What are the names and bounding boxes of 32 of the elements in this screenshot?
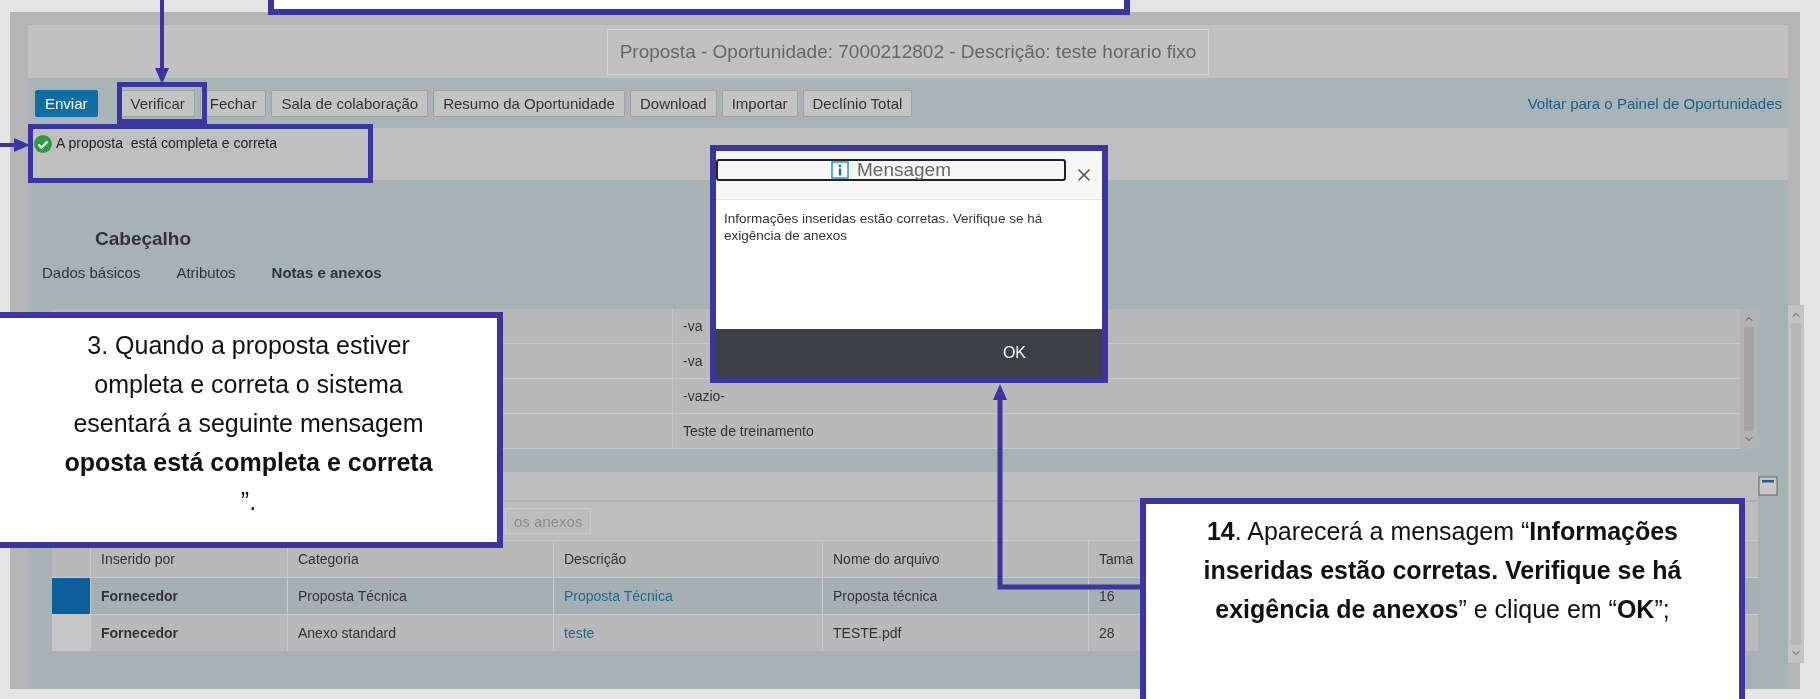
toolbar-button[interactable]: Importar bbox=[721, 89, 798, 117]
callout-text-line: esentará a seguinte mensagem bbox=[73, 408, 424, 439]
callout-text-line: 3. Quando a proposta estiver bbox=[87, 330, 410, 361]
table-cell: Anexo standard bbox=[287, 615, 553, 651]
toolbar-button[interactable]: Download bbox=[629, 89, 717, 117]
status-message: A proposta está completa e correta bbox=[56, 135, 277, 151]
page-title: Proposta - Oportunidade: 7000212802 - Descrição: teste horario fixo bbox=[606, 28, 1210, 75]
toolbar-button[interactable]: Resumo da Oportunidade bbox=[433, 89, 625, 117]
row-selector[interactable] bbox=[52, 615, 90, 651]
info-icon bbox=[831, 161, 849, 179]
section-title: Cabeçalho bbox=[95, 228, 192, 250]
toolbar-button[interactable]: Fechar bbox=[199, 89, 267, 117]
dialog-title: Mensagem bbox=[857, 159, 951, 181]
tab[interactable]: Dados básicos bbox=[42, 264, 141, 281]
arrow bbox=[0, 138, 30, 152]
page-scrollbar[interactable] bbox=[1788, 305, 1804, 663]
callout-text-line: ”. bbox=[240, 486, 257, 517]
toolbar-button[interactable]: Enviar bbox=[35, 89, 98, 117]
table-cell: Fornecedor bbox=[90, 615, 287, 651]
row-selector[interactable] bbox=[52, 578, 90, 614]
tab[interactable]: Notas e anexos bbox=[271, 264, 382, 281]
scrollbar[interactable] bbox=[1740, 309, 1758, 449]
callout-text-line: ompleta e correta o sistema bbox=[94, 369, 403, 400]
dialog-message: Informações inseridas estão corretas. Verifique se há exigência de anexos bbox=[723, 210, 1044, 245]
toolbar-button[interactable]: Sala de colaboração bbox=[271, 89, 429, 117]
collapse-icon[interactable] bbox=[1758, 476, 1778, 496]
table-cell: TESTE.pdf bbox=[822, 615, 1088, 651]
check-circle-icon bbox=[34, 135, 52, 153]
toolbar-button[interactable]: Declínio Total bbox=[802, 89, 913, 117]
callout-text-line: oposta está completa e correta bbox=[64, 447, 433, 478]
toolbar-button[interactable]: Verificar bbox=[120, 89, 195, 117]
tab[interactable]: Atributos bbox=[176, 264, 236, 281]
